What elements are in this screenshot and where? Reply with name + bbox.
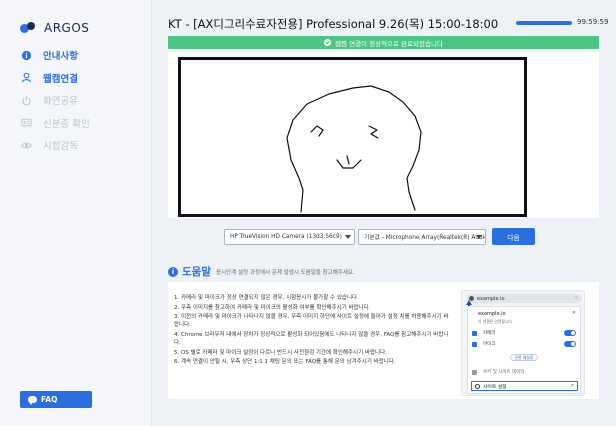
page-title: KT - [AX디그리수료자전용] Professional 9.26(목) 1… [168,17,499,31]
sidebar-item-notice[interactable]: 안내사항 [20,44,90,66]
mock-camera-row: 카메라 [472,328,578,338]
countdown-timer: 99:59:59 [577,18,609,26]
star-icon: ☆ [573,295,578,301]
browser-permission-guide-image: example.io ☆ example.io ✕ 이 연결은 안전합니다 카메… [461,290,585,396]
sidebar-item-screen-share[interactable]: 화면공유 [20,89,90,111]
user-icon [20,72,32,84]
mock-site-settings: 사이트 설정 ↗ [471,381,578,391]
check-circle-icon [324,39,332,46]
time-progress-fill [516,21,572,25]
help-item: 2. 우측 이미지를 참고하여 카메라 및 마이크의 활성화 여부를 확인해주시… [174,304,371,311]
mock-secure-text: 이 연결은 안전합니다 [478,319,512,324]
help-item: 3. 이전의 카메라 및 마이크가 나타나지 않을 경우, 우측 이미지 하단에… [174,314,449,329]
sidebar-item-label: 신분증 확인 [43,118,90,130]
time-progress-bar [516,21,572,25]
camera-select-value: HP TrueVision HD Camera (13d3:56c9) [230,233,342,240]
gear-icon [475,383,480,389]
webcam-preview [178,57,527,217]
status-text: 웹캠 연결이 정상적으로 완료되었습니다 [335,39,443,48]
microphone-select[interactable]: 기본값 - Microphone Array(Realtek(R) Audio) [358,228,486,245]
main-content: KT - [AX디그리수료자전용] Professional 9.26(목) 1… [152,0,616,426]
eye-icon [20,139,32,151]
sidebar-item-proctoring[interactable]: 시험감독 [20,134,90,156]
app-name: ARGOS [44,21,90,35]
sidebar-item-webcam[interactable]: 웹캠연결 [20,67,90,89]
chat-bubble-icon [28,396,37,405]
success-status-bar: 웹캠 연결이 정상적으로 완료되었습니다 [168,36,599,49]
microphone-select-value: 기본값 - Microphone Array(Realtek(R) Audio) [364,235,486,241]
next-button[interactable]: 다음 [492,228,535,245]
sidebar-item-label: 시험감독 [43,141,78,153]
help-item: 4. Chrome 브라우저 내에서 장치가 정상적으로 활성화 되어있음에도 … [174,332,449,347]
sidebar-item-label: 웹캠연결 [43,73,78,85]
help-subtitle: 응시단계 설정 과정에서 문제 발생시 도움말을 참고해주세요. [215,269,355,276]
help-header: i 도움말 응시단계 설정 과정에서 문제 발생시 도움말을 참고해주세요. [168,264,355,279]
mock-url-text: example.io [477,295,505,302]
mock-address-bar: example.io ☆ [466,294,582,303]
camera-toggle [564,330,576,336]
sidebar-item-id-check[interactable]: 신분증 확인 [20,112,90,134]
external-link-icon: ↗ [569,383,574,389]
webcam-panel [168,52,599,218]
mock-settings-label: 사이트 설정 [483,384,507,390]
faq-label: FAQ [41,395,58,404]
close-icon: ✕ [571,310,576,316]
sidebar-item-label: 화면공유 [43,96,78,108]
sidebar-nav: 안내사항 웹캠연결 화면공유 신분증 확인 시험감독 [20,44,90,157]
camera-select[interactable]: HP TrueVision HD Camera (13d3:56c9) [224,228,355,245]
help-panel: 1. 카메라 및 마이크가 정상 연결되지 않은 경우, 시험응시가 불가할 수… [168,282,599,399]
microphone-icon [472,341,477,347]
mock-mic-row: 마이크 [472,339,578,349]
mock-camera-label: 카메라 [483,331,496,336]
help-item: 6. 계속 연결이 안될 시, 우측 상단 1:1 1 채팅 문의 또는 FAQ… [174,359,396,366]
mock-mic-label: 마이크 [483,342,496,347]
info-icon [20,49,32,61]
mock-reset-button: 권한 재설정 [510,354,538,361]
info-icon: i [168,266,178,277]
mock-domain: example.io [478,311,506,317]
help-title: 도움말 [182,266,211,278]
cookie-icon [472,369,477,375]
help-item: 1. 카메라 및 마이크가 정상 연결되지 않은 경우, 시험응시가 불가할 수… [174,295,359,301]
webcam-drawing [286,85,422,213]
camera-icon [472,330,477,336]
device-controls: HP TrueVision HD Camera (13d3:56c9) 기본값 … [224,228,535,245]
mock-cookie-row: 쿠키 및 사이트 데이터 [472,367,578,377]
chevron-down-icon [345,234,351,239]
mock-cookie-label: 쿠키 및 사이트 데이터 [483,370,525,375]
sidebar-item-label: 안내사항 [43,51,78,62]
mock-site-info-popup: example.io ✕ 이 연결은 안전합니다 카메라 마이크 권한 재설정 … [467,306,581,394]
faq-button[interactable]: FAQ [20,391,92,408]
app-logo: ARGOS [20,20,89,36]
sidebar: ARGOS 안내사항 웹캠연결 화면공유 신분증 확인 시험감독 FAQ [0,0,152,426]
mic-toggle [564,341,576,347]
power-icon [20,94,32,106]
argos-logo-icon [20,20,36,36]
help-list: 1. 카메라 및 마이크가 정상 연결되지 않은 경우, 시험응시가 불가할 수… [174,294,449,368]
help-item: 5. OS 별로 카메라 및 마이크 설정이 다르니 반드시 사전점검 기간에 … [174,349,387,356]
chevron-down-icon [476,234,482,239]
id-card-icon [20,117,32,129]
